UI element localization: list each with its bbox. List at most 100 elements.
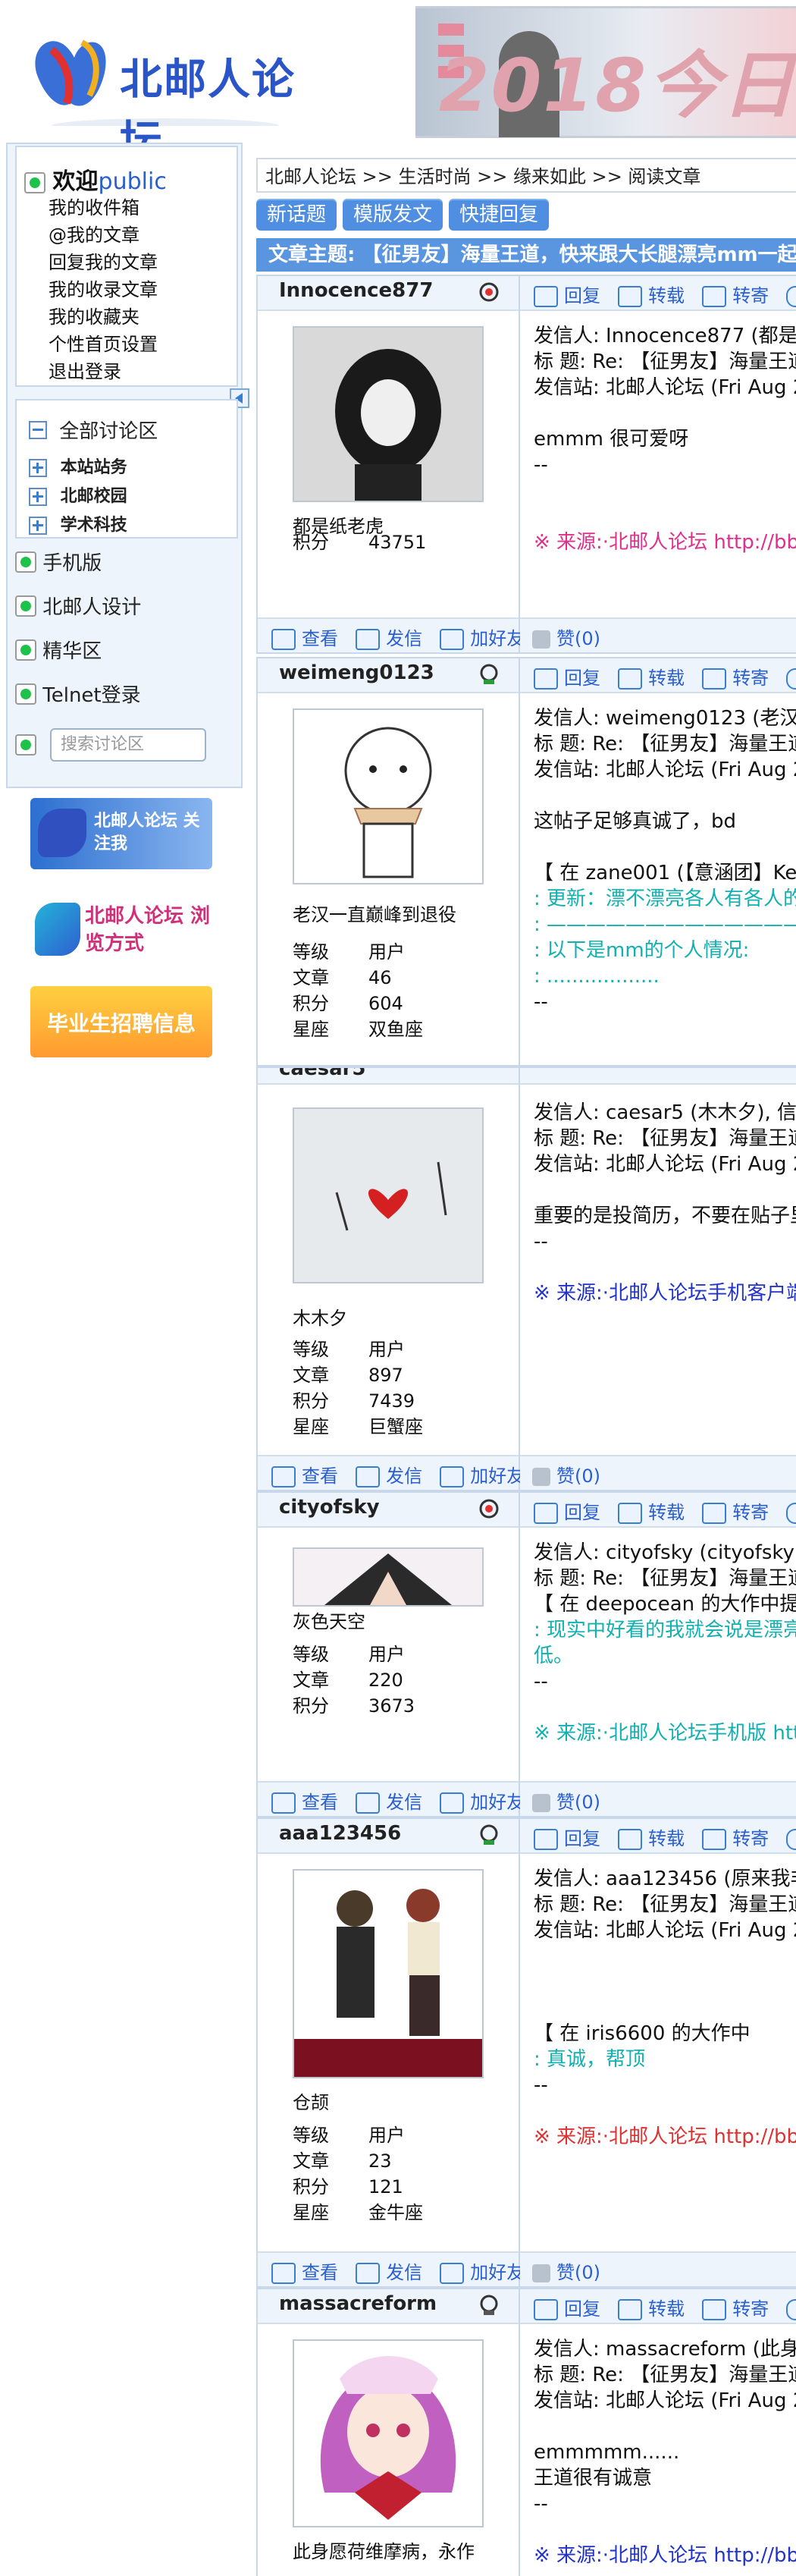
search-button[interactable] bbox=[786, 2298, 796, 2320]
like-button[interactable]: 赞(0) bbox=[532, 2257, 600, 2284]
search-button[interactable] bbox=[786, 285, 796, 307]
post-actions-header: 回复 转载 转寄 bbox=[520, 2289, 796, 2324]
post-source[interactable]: ※ 来源:·北邮人论坛 http://bb bbox=[534, 2543, 796, 2568]
breadcrumb[interactable]: 北邮人论坛 >> 生活时尚 >> 缘来如此 >> 阅读文章 bbox=[256, 158, 796, 193]
menu-mentions[interactable]: @我的文章 bbox=[49, 221, 158, 249]
boards-list: 本站站务 北邮校园 学术科技 bbox=[29, 454, 127, 537]
board-item[interactable]: 北邮校园 bbox=[29, 482, 127, 511]
avatar-image bbox=[294, 1871, 482, 2077]
mail-forward-button[interactable]: 转寄 bbox=[702, 281, 769, 307]
new-topic-button[interactable]: 新话题 bbox=[256, 199, 337, 231]
ad-browse[interactable]: 北邮人论坛 浏览方式 bbox=[30, 895, 212, 966]
post-source[interactable]: ※ 来源:·北邮人论坛手机客户端 bbox=[534, 1280, 796, 1306]
board-item[interactable]: 本站站务 bbox=[29, 454, 127, 482]
expand-plus-icon[interactable] bbox=[29, 459, 47, 477]
reply-button[interactable]: 回复 bbox=[534, 663, 600, 690]
forward-button[interactable]: 转载 bbox=[618, 663, 685, 690]
send-message-button[interactable]: 发信 bbox=[356, 2257, 422, 2284]
menu-collected[interactable]: 我的收录文章 bbox=[49, 276, 158, 303]
reply-button[interactable]: 回复 bbox=[534, 1497, 600, 1524]
green-dot-icon bbox=[15, 734, 36, 756]
view-profile-button[interactable]: 查看 bbox=[271, 624, 338, 650]
quick-reply-button[interactable]: 快捷回复 bbox=[449, 199, 550, 231]
post-body: 发信人: aaa123456 (原来我非 标 题: Re: 【征男友】海量王道 … bbox=[534, 1866, 796, 2150]
sidebar-link-mobile[interactable]: 手机版 bbox=[15, 548, 102, 576]
mail-forward-button[interactable]: 转寄 bbox=[702, 1824, 769, 1850]
boards-header[interactable]: 全部讨论区 bbox=[29, 416, 158, 444]
plus-icon bbox=[440, 1792, 465, 1814]
mail-icon bbox=[702, 668, 727, 690]
forward-button[interactable]: 转载 bbox=[618, 1824, 685, 1850]
reply-button[interactable]: 回复 bbox=[534, 281, 600, 307]
add-friend-button[interactable]: 加好友 bbox=[440, 624, 525, 650]
mail-forward-button[interactable]: 转寄 bbox=[702, 1497, 769, 1524]
avatar[interactable] bbox=[293, 708, 484, 884]
post-like-footer: 赞(0) bbox=[520, 1455, 796, 1490]
menu-inbox[interactable]: 我的收件箱 bbox=[49, 194, 158, 221]
mail-forward-button[interactable]: 转寄 bbox=[702, 2294, 769, 2320]
post-author-footer: 查看 发信 加好友 bbox=[258, 617, 525, 652]
template-post-button[interactable]: 模版发文 bbox=[343, 199, 443, 231]
sidebar-link-design[interactable]: 北邮人设计 bbox=[15, 592, 141, 620]
like-button[interactable]: 赞(0) bbox=[532, 1787, 600, 1814]
avatar[interactable] bbox=[293, 2339, 484, 2527]
author-name[interactable]: massacreform bbox=[279, 2292, 437, 2315]
sidebar-link-telnet[interactable]: Telnet登录 bbox=[15, 680, 141, 708]
send-message-button[interactable]: 发信 bbox=[356, 1461, 422, 1487]
post-source[interactable]: ※ 来源:·北邮人论坛手机版 http bbox=[534, 1720, 796, 1746]
reply-button[interactable]: 回复 bbox=[534, 2294, 600, 2320]
search-button[interactable] bbox=[786, 668, 796, 690]
author-name[interactable]: weimeng0123 bbox=[279, 661, 434, 684]
reply-icon bbox=[534, 2299, 558, 2320]
green-dot-icon bbox=[15, 595, 36, 617]
search-button[interactable] bbox=[786, 1502, 796, 1524]
search-button[interactable] bbox=[786, 1828, 796, 1850]
view-profile-button[interactable]: 查看 bbox=[271, 1787, 338, 1814]
post-source[interactable]: ※ 来源:·北邮人论坛 http://bb bbox=[534, 2124, 796, 2150]
author-signature: 灰色天空 bbox=[293, 1611, 365, 1632]
add-friend-button[interactable]: 加好友 bbox=[440, 1461, 525, 1487]
post-source[interactable]: ※ 来源:·北邮人论坛 http://bb bbox=[534, 529, 796, 555]
send-message-button[interactable]: 发信 bbox=[356, 1787, 422, 1814]
thumbs-up-icon bbox=[532, 1468, 550, 1486]
view-icon bbox=[271, 1792, 296, 1814]
avatar[interactable] bbox=[293, 1107, 484, 1283]
menu-favorites[interactable]: 我的收藏夹 bbox=[49, 303, 158, 331]
menu-replies[interactable]: 回复我的文章 bbox=[49, 249, 158, 276]
main-content: 北邮人论坛 >> 生活时尚 >> 缘来如此 >> 阅读文章 新话题 模版发文 快捷回… bbox=[256, 0, 796, 2576]
send-message-button[interactable]: 发信 bbox=[356, 624, 422, 650]
view-profile-button[interactable]: 查看 bbox=[271, 1461, 338, 1487]
welcome-panel: 欢迎public 我的收件箱 @我的文章 回复我的文章 我的收录文章 我的收藏夹… bbox=[15, 146, 238, 387]
author-name[interactable]: caesar5 bbox=[279, 1068, 366, 1080]
author-name[interactable]: cityofsky bbox=[279, 1496, 380, 1519]
post-author-footer: 查看 发信 加好友 bbox=[258, 1781, 525, 1816]
view-profile-button[interactable]: 查看 bbox=[271, 2257, 338, 2284]
board-item[interactable]: 学术科技 bbox=[29, 511, 127, 537]
ad-follow[interactable]: 北邮人论坛 关注我 bbox=[30, 798, 212, 869]
add-friend-button[interactable]: 加好友 bbox=[440, 1787, 525, 1814]
avatar[interactable] bbox=[293, 1869, 484, 2078]
mail-forward-button[interactable]: 转寄 bbox=[702, 663, 769, 690]
sidebar-link-digest[interactable]: 精华区 bbox=[15, 636, 102, 664]
avatar[interactable] bbox=[293, 326, 484, 502]
view-icon bbox=[271, 1466, 296, 1487]
reply-button[interactable]: 回复 bbox=[534, 1824, 600, 1850]
username-link[interactable]: public bbox=[99, 168, 167, 195]
like-button[interactable]: 赞(0) bbox=[532, 1461, 600, 1487]
menu-logout[interactable]: 退出登录 bbox=[49, 358, 158, 385]
expand-plus-icon[interactable] bbox=[29, 517, 47, 535]
ad-jobs[interactable]: 毕业生招聘信息 bbox=[30, 986, 212, 1057]
add-friend-button[interactable]: 加好友 bbox=[440, 2257, 525, 2284]
menu-homepage-settings[interactable]: 个性首页设置 bbox=[49, 331, 158, 358]
expand-plus-icon[interactable] bbox=[29, 488, 47, 506]
author-name[interactable]: Innocence877 bbox=[279, 279, 433, 302]
forward-button[interactable]: 转载 bbox=[618, 2294, 685, 2320]
forward-button[interactable]: 转载 bbox=[618, 281, 685, 307]
author-name[interactable]: aaa123456 bbox=[279, 1822, 401, 1845]
collapse-minus-icon[interactable] bbox=[29, 420, 47, 439]
forward-button[interactable]: 转载 bbox=[618, 1497, 685, 1524]
post-actions-header: 回复 转载 转寄 bbox=[520, 1493, 796, 1528]
avatar[interactable] bbox=[293, 1547, 484, 1607]
board-search-input[interactable]: 搜索讨论区 bbox=[50, 728, 206, 762]
like-button[interactable]: 赞(0) bbox=[532, 624, 600, 650]
